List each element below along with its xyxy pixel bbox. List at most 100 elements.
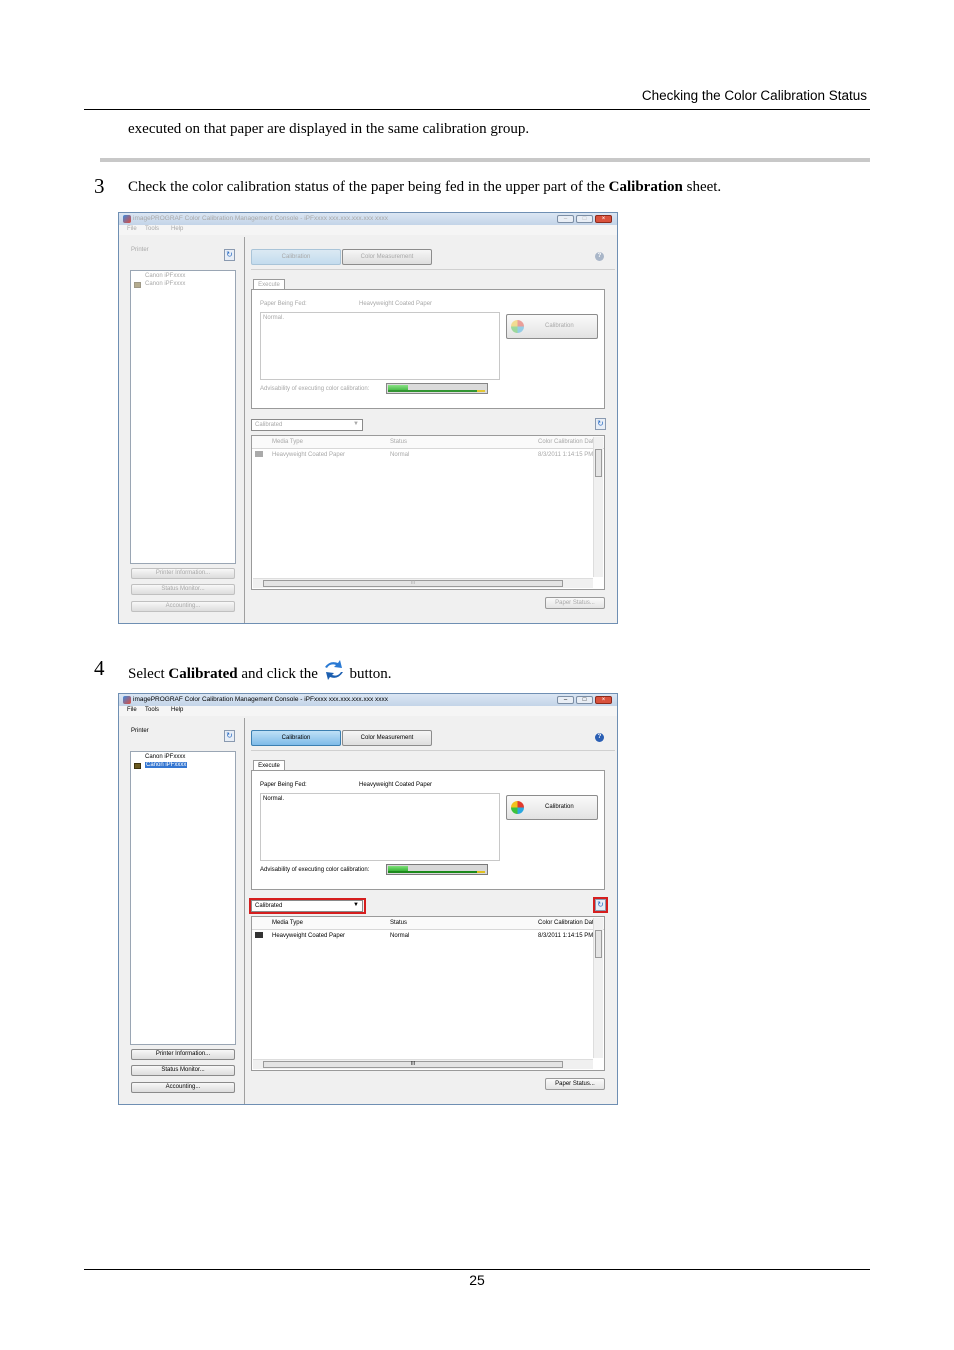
hscroll-thumb[interactable]: III [263,1061,563,1068]
calibration-icon [511,320,524,333]
printer-item-parent[interactable]: Canon iPFxxxx [145,273,185,279]
printer-refresh-icon[interactable]: ↻ [224,730,235,742]
gauge-marker [477,871,485,873]
calibration-filter-dropdown[interactable]: Calibrated ▼ [251,419,363,431]
right-pane: Calibration Color Measurement ? Execute … [245,718,617,1104]
scroll-thumb[interactable] [595,449,602,477]
printer-list: Canon iPFxxxx Canon iPFxxxx [130,270,236,564]
step-4-text-a: Select [128,666,169,682]
hscroll-thumb[interactable]: III [263,580,563,587]
status-monitor-button[interactable]: Status Monitor... [131,1065,235,1076]
help-icon[interactable]: ? [595,733,604,742]
maximize-button[interactable]: □ [576,215,593,223]
status-note-box: Normal. [260,312,500,380]
paper-status-button[interactable]: Paper Status... [545,597,605,609]
row-media: Heavyweight Coated Paper [272,452,346,458]
status-monitor-button[interactable]: Status Monitor... [131,584,235,595]
minimize-button[interactable]: – [557,215,574,223]
printer-label: Printer [131,728,149,734]
step-number-3: 3 [94,174,105,198]
running-header: Checking the Color Calibration Status [641,88,867,103]
step-3-bold: Calibration [608,179,683,195]
step-4-text: Select Calibrated and click the button. [128,660,392,683]
paper-icon [255,451,263,457]
refresh-highlight [593,897,608,913]
printer-item-parent[interactable]: Canon iPFxxxx [145,754,185,760]
menu-help[interactable]: Help [171,226,183,232]
column-media-type[interactable]: Media Type [272,920,303,926]
advisability-gauge [386,383,488,394]
printer-information-button[interactable]: Printer Information... [131,1049,235,1060]
paper-fed-value: Heavyweight Coated Paper [359,782,433,788]
row-status: Normal [390,933,410,939]
advisability-gauge [386,864,488,875]
tab-separator [251,750,615,751]
calibration-icon [511,801,524,814]
step-4-text-c: button. [345,666,392,682]
tab-color-measurement[interactable]: Color Measurement [342,730,432,746]
status-note-box: Normal. [260,793,500,861]
table-row[interactable]: Heavyweight Coated Paper Normal 8/3/2011… [252,449,594,460]
printer-icon [134,282,141,288]
printer-information-button[interactable]: Printer Information... [131,568,235,579]
column-status[interactable]: Status [390,439,407,445]
app-icon [123,696,131,704]
minimize-button[interactable]: – [557,696,574,704]
advisability-label: Advisability of executing color calibrat… [260,386,370,392]
execute-panel: Paper Being Fed: Heavyweight Coated Pape… [251,770,605,890]
list-header: Media Type Status Color Calibration Date [252,917,604,930]
tab-calibration[interactable]: Calibration [251,730,341,746]
close-button[interactable]: × [595,215,612,223]
printer-label: Printer [131,247,149,253]
title-bar: imagePROGRAF Color Calibration Managemen… [119,694,617,706]
table-row[interactable]: Heavyweight Coated Paper Normal 8/3/2011… [252,930,594,941]
menu-file[interactable]: File [127,226,137,232]
horizontal-scrollbar[interactable]: III [253,1059,593,1069]
tab-calibration[interactable]: Calibration [251,249,341,265]
column-status[interactable]: Status [390,920,407,926]
screenshot-window-2: imagePROGRAF Color Calibration Managemen… [118,693,618,1105]
header-rule [84,109,870,110]
gauge-marker [477,390,485,392]
printer-item-selected[interactable]: Canon iPFxxxx [145,281,185,287]
row-media: Heavyweight Coated Paper [272,933,346,939]
vertical-scrollbar[interactable] [593,437,603,577]
accounting-button[interactable]: Accounting... [131,1082,235,1093]
horizontal-scrollbar[interactable]: III [253,578,593,588]
gauge-stripe [388,390,484,392]
refresh-icon [324,660,343,680]
dropdown-highlight [249,898,366,914]
paper-status-button[interactable]: Paper Status... [545,1078,605,1090]
paper-fed-value: Heavyweight Coated Paper [359,301,433,307]
menu-tools[interactable]: Tools [145,226,159,232]
help-icon[interactable]: ? [595,252,604,261]
accounting-button[interactable]: Accounting... [131,601,235,612]
maximize-button[interactable]: □ [576,696,593,704]
column-calibration-date[interactable]: Color Calibration Date [538,920,597,926]
printer-item-selected[interactable]: Canon iPFxxxx [145,762,188,768]
right-pane: Calibration Color Measurement ? Execute … [245,237,617,623]
column-media-type[interactable]: Media Type [272,439,303,445]
calibration-button[interactable]: Calibration [506,795,598,820]
page-number: 25 [469,1272,485,1288]
dropdown-value: Calibrated [255,422,283,428]
menu-tools[interactable]: Tools [145,707,159,713]
list-header: Media Type Status Color Calibration Date [252,436,604,449]
paper-list: Media Type Status Color Calibration Date… [251,435,605,590]
vertical-scrollbar[interactable] [593,918,603,1058]
tab-separator [251,269,615,270]
status-note: Normal. [263,315,285,321]
row-date: 8/3/2011 1:14:15 PM [538,452,594,458]
list-refresh-icon[interactable]: ↻ [595,418,606,430]
column-calibration-date[interactable]: Color Calibration Date [538,439,597,445]
step-4-text-b: and click the [237,666,322,682]
tab-color-measurement[interactable]: Color Measurement [342,249,432,265]
status-note: Normal. [263,796,285,802]
printer-refresh-icon[interactable]: ↻ [224,249,235,261]
close-button[interactable]: × [595,696,612,704]
menu-file[interactable]: File [127,707,137,713]
row-date: 8/3/2011 1:14:15 PM [538,933,594,939]
scroll-thumb[interactable] [595,930,602,958]
menu-help[interactable]: Help [171,707,183,713]
calibration-button[interactable]: Calibration [506,314,598,339]
